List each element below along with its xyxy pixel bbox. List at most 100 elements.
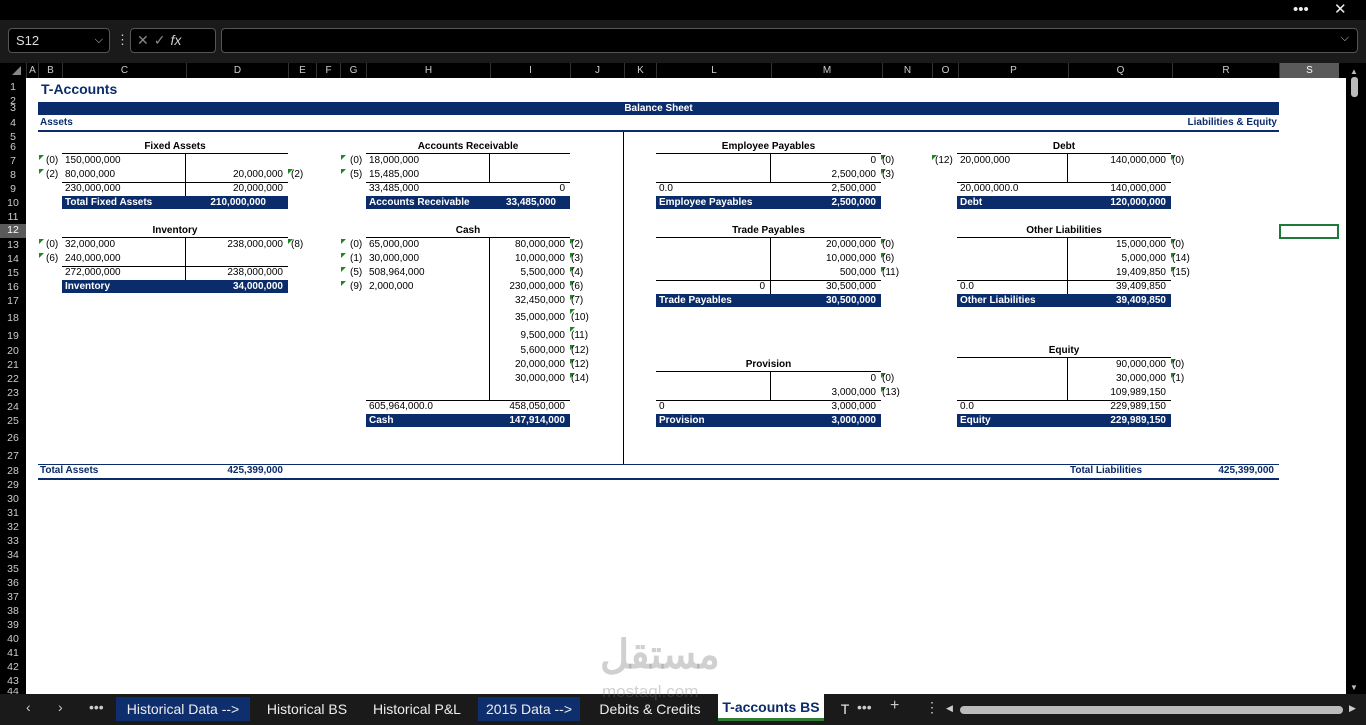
col-header[interactable]: E	[288, 63, 316, 78]
more-options-icon[interactable]: •••	[1293, 0, 1309, 20]
next-sheet-icon[interactable]: ›	[58, 699, 63, 715]
scroll-down-icon[interactable]: ▼	[1350, 683, 1358, 692]
row-header[interactable]: 26	[0, 432, 26, 444]
row-header[interactable]: 25	[0, 415, 26, 427]
row-header[interactable]: 30	[0, 493, 26, 505]
col-header[interactable]: N	[882, 63, 932, 78]
row-header[interactable]: 43	[0, 675, 26, 687]
scroll-right-icon[interactable]: ▶	[1349, 703, 1356, 714]
debit-sum: 0.0	[960, 281, 974, 292]
row-header[interactable]: 41	[0, 647, 26, 659]
fx-icon[interactable]: fx	[170, 32, 181, 48]
row-header[interactable]: 13	[0, 239, 26, 251]
row-header[interactable]: 22	[0, 373, 26, 385]
scroll-thumb[interactable]	[1351, 77, 1358, 97]
section-divider	[38, 130, 1279, 132]
t-account-title: Accounts Receivable	[417, 141, 519, 152]
tab-historical-bs[interactable]: Historical BS	[258, 697, 356, 721]
col-header[interactable]: B	[38, 63, 62, 78]
row-header[interactable]: 11	[0, 211, 26, 223]
tab-t-accounts-bs[interactable]: T-accounts BS	[718, 694, 824, 721]
row-header[interactable]: 16	[0, 281, 26, 293]
row-header[interactable]: 27	[0, 450, 26, 462]
select-all-corner[interactable]	[12, 66, 21, 75]
col-header[interactable]: M	[771, 63, 882, 78]
kebab-icon[interactable]: ⋮	[116, 32, 129, 48]
col-header[interactable]: Q	[1068, 63, 1172, 78]
name-box[interactable]: S12 ⌵	[8, 28, 110, 53]
col-header[interactable]: F	[316, 63, 340, 78]
col-header[interactable]: L	[656, 63, 771, 78]
row-header[interactable]: 40	[0, 633, 26, 645]
row-header[interactable]: 17	[0, 295, 26, 307]
row-header[interactable]: 37	[0, 591, 26, 603]
col-header[interactable]: H	[366, 63, 490, 78]
row-header[interactable]: 33	[0, 535, 26, 547]
scroll-up-icon[interactable]: ▲	[1350, 67, 1358, 76]
col-header[interactable]: D	[186, 63, 288, 78]
expand-chevron-icon[interactable]: ⌵	[1341, 32, 1349, 45]
formula-actions[interactable]: ✕✓fx	[130, 28, 216, 53]
row-header[interactable]: 34	[0, 549, 26, 561]
chevron-down-icon[interactable]: ⌵	[95, 29, 103, 52]
row-header[interactable]: 12	[0, 224, 26, 238]
row-header[interactable]: 3	[0, 102, 26, 114]
row-header[interactable]: 23	[0, 387, 26, 399]
close-icon[interactable]: ✕	[1334, 0, 1347, 20]
row-header[interactable]: 38	[0, 605, 26, 617]
row-header[interactable]: 20	[0, 345, 26, 357]
selected-cell[interactable]	[1279, 224, 1339, 239]
tab-historical-pl[interactable]: Historical P&L	[362, 697, 472, 721]
horizontal-scroll-thumb[interactable]	[960, 706, 1343, 714]
worksheet[interactable]: T-Accounts Balance Sheet Assets Liabilit…	[26, 78, 1346, 694]
t-account-title: Other Liabilities	[1026, 225, 1102, 236]
col-header[interactable]: C	[62, 63, 186, 78]
col-header[interactable]: O	[932, 63, 958, 78]
check-icon[interactable]: ✓	[154, 32, 171, 48]
credit-sum: 3,000,000	[831, 401, 877, 412]
formula-input[interactable]: ⌵	[221, 28, 1358, 53]
row-header[interactable]: 9	[0, 183, 26, 195]
cancel-icon[interactable]: ✕	[137, 32, 154, 48]
credit-value: 5,600,000	[520, 345, 566, 356]
col-header[interactable]: S	[1279, 63, 1339, 78]
row-header[interactable]: 29	[0, 479, 26, 491]
row-header[interactable]: 4	[0, 117, 26, 129]
col-header[interactable]: I	[490, 63, 570, 78]
row-header[interactable]: 32	[0, 521, 26, 533]
row-header[interactable]: 6	[0, 141, 26, 153]
col-header[interactable]: J	[570, 63, 624, 78]
tab-options-icon[interactable]: ⋮	[925, 699, 939, 716]
row-header[interactable]: 8	[0, 169, 26, 181]
row-header[interactable]: 19	[0, 330, 26, 342]
row-header[interactable]: 14	[0, 253, 26, 265]
more-tabs-icon[interactable]: •••	[857, 699, 872, 715]
row-header[interactable]: 35	[0, 563, 26, 575]
row-header[interactable]: 21	[0, 359, 26, 371]
prev-sheet-icon[interactable]: ‹	[26, 699, 31, 715]
tab-2015-data[interactable]: 2015 Data -->	[478, 697, 580, 721]
more-sheets-icon[interactable]: •••	[89, 699, 104, 715]
row-header[interactable]: 36	[0, 577, 26, 589]
row-header[interactable]: 31	[0, 507, 26, 519]
row-header[interactable]: 7	[0, 155, 26, 167]
col-header[interactable]: R	[1172, 63, 1279, 78]
row-header[interactable]: 1	[0, 81, 26, 93]
row-header[interactable]: 15	[0, 267, 26, 279]
vertical-scrollbar[interactable]: ▲ ▼	[1346, 63, 1366, 694]
tab-t-truncated[interactable]: T	[836, 697, 854, 721]
row-header[interactable]: 18	[0, 312, 26, 324]
row-header[interactable]: 42	[0, 661, 26, 673]
add-sheet-icon[interactable]: +	[890, 697, 899, 715]
col-header[interactable]: A	[26, 63, 38, 78]
col-header[interactable]: G	[340, 63, 366, 78]
row-header[interactable]: 28	[0, 465, 26, 477]
row-header[interactable]: 10	[0, 197, 26, 209]
col-header[interactable]: K	[624, 63, 656, 78]
row-header[interactable]: 39	[0, 619, 26, 631]
row-header[interactable]: 24	[0, 401, 26, 413]
col-header[interactable]: P	[958, 63, 1068, 78]
balance-bar: Employee Payables 2,500,000	[656, 196, 881, 209]
tab-historical-data[interactable]: Historical Data -->	[116, 697, 250, 721]
scroll-left-icon[interactable]: ◀	[946, 703, 953, 714]
